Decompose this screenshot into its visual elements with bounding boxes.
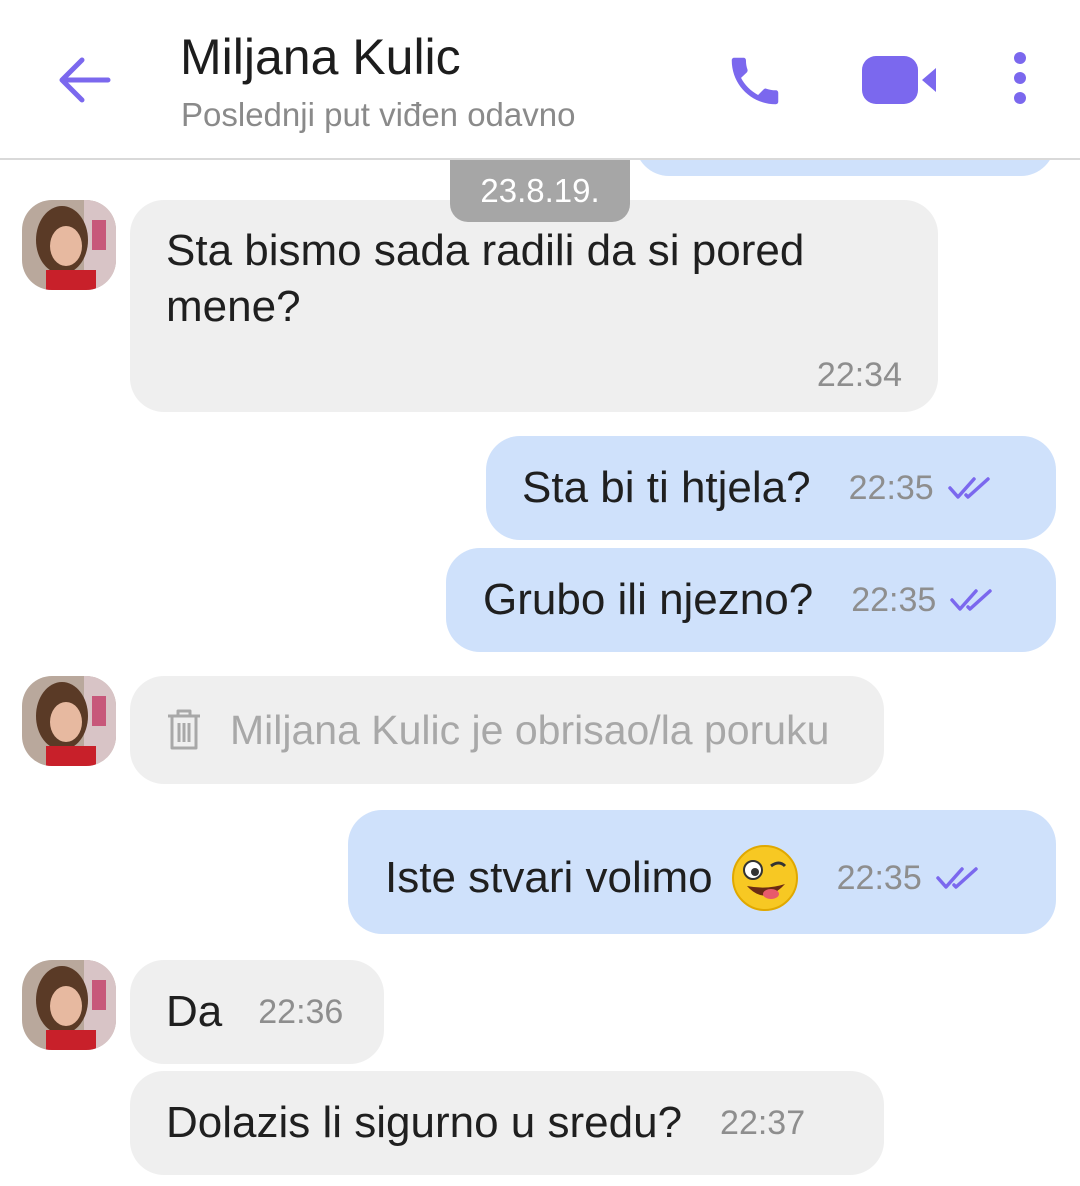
trash-icon [168,709,200,750]
message-time: 22:36 [258,993,344,1031]
deleted-message[interactable]: Miljana Kulic je obrisao/la poruku [130,676,884,784]
message-text: Da [166,987,223,1036]
chat-header: Miljana Kulic Poslednji put viđen odavno [0,0,1080,160]
more-vert-icon[interactable] [1002,48,1038,112]
avatar[interactable] [22,676,116,766]
video-camera-icon[interactable] [858,52,944,108]
incoming-message[interactable]: Dolazis li sigurno u sredu? 22:37 [130,1071,884,1175]
message-text: Dolazis li sigurno u sredu? [166,1098,683,1147]
message-text: Sta bi ti htjela? [522,463,811,512]
contact-name[interactable]: Miljana Kulic [180,28,461,86]
message-time: 22:34 [816,356,902,394]
message-text: mene? [166,282,301,331]
message-text: Sta bismo sada radili da si pored [166,226,805,275]
read-ticks-icon [935,867,978,889]
avatar[interactable] [22,200,116,290]
avatar[interactable] [22,960,116,1050]
zany-face-emoji-icon [731,845,798,911]
date-separator: 23.8.19. [450,160,630,222]
deleted-message-text: Miljana Kulic je obrisao/la poruku [230,707,830,753]
outgoing-message[interactable]: Grubo ili njezno? 22:35 [446,548,1056,652]
last-seen-status: Poslednji put viđen odavno [181,96,576,133]
incoming-message[interactable]: Da 22:36 [130,960,384,1064]
chat-thread[interactable]: 23.8.19. Sta bismo sada radili da si por… [0,130,1080,1186]
phone-icon[interactable] [724,50,786,112]
back-arrow-icon[interactable] [54,50,114,110]
message-time: 22:35 [848,469,934,507]
message-text: Iste stvari volimo [385,853,713,902]
message-text: Grubo ili njezno? [483,575,814,624]
outgoing-message[interactable]: Iste stvari volimo 22:35 [348,810,1056,934]
message-time: 22:35 [851,581,937,619]
incoming-message[interactable]: Sta bismo sada radili da si pored mene? … [130,200,938,412]
read-ticks-icon [950,589,993,611]
message-time: 22:37 [720,1104,806,1142]
message-time: 22:35 [836,859,922,897]
outgoing-message[interactable]: Sta bi ti htjela? 22:35 [486,436,1056,540]
read-ticks-icon [947,477,990,499]
